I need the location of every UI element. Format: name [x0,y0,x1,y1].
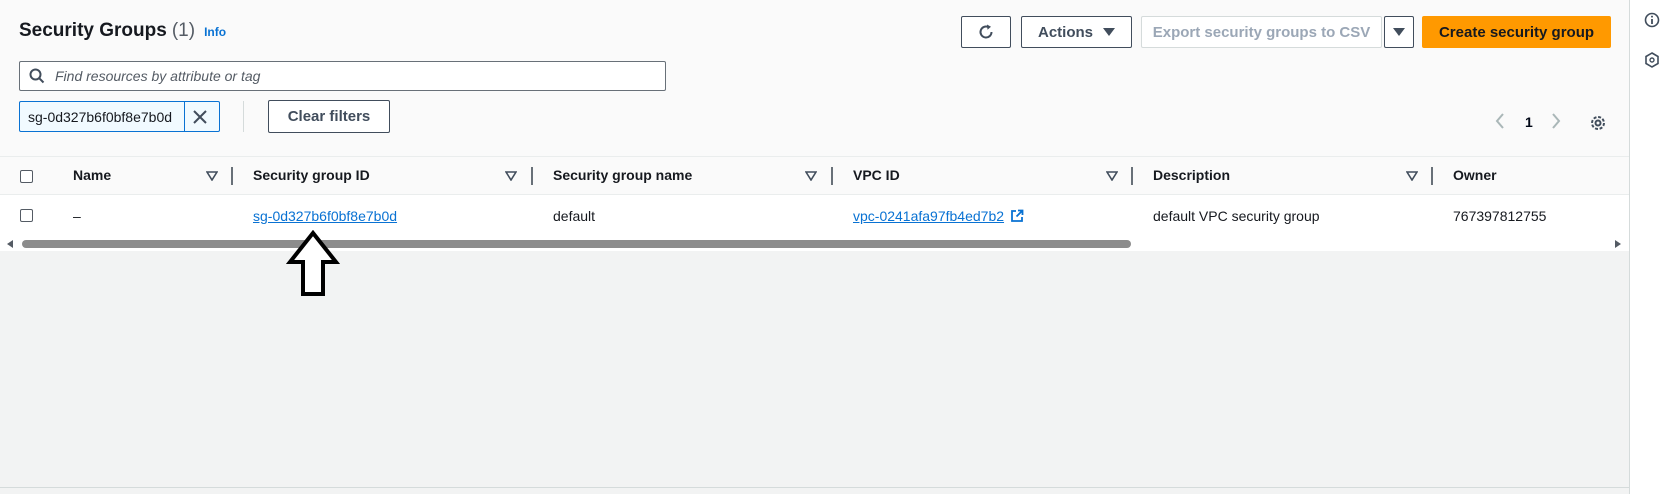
column-header-security-group-id[interactable]: Security group ID [253,157,370,196]
column-resizer[interactable] [831,167,833,185]
column-header-name[interactable]: Name [73,157,111,196]
column-resizer[interactable] [531,167,533,185]
gear-icon[interactable] [1589,114,1607,132]
hexagon-icon[interactable] [1644,52,1660,68]
column-header-owner[interactable]: Owner [1453,157,1497,196]
vpc-id-link[interactable]: vpc-0241afa97fb4ed7b2 [853,208,1004,224]
scrollbar-thumb[interactable] [22,240,1131,248]
refresh-icon [979,24,993,39]
caret-down-icon [1103,28,1115,36]
column-resizer[interactable] [1431,167,1433,185]
vpc-id-cell: vpc-0241afa97fb4ed7b2 [853,208,1024,224]
sort-icon[interactable] [1106,171,1118,181]
caret-down-icon [1393,28,1405,36]
info-circle-icon[interactable] [1644,12,1660,28]
cell-description: default VPC security group [1153,208,1320,224]
info-link[interactable]: Info [204,25,226,39]
sort-icon[interactable] [1406,171,1418,181]
content-panel: Security Groups (1) Info Actions Export … [0,0,1629,251]
external-link-icon[interactable] [1010,209,1024,223]
next-page-icon[interactable] [1550,112,1562,130]
column-resizer[interactable] [1131,167,1133,185]
filter-divider [243,101,244,132]
filter-token: sg-0d327b6f0bf8e7b0d [19,101,220,132]
sort-icon[interactable] [505,171,517,181]
create-label: Create security group [1438,23,1595,41]
export-label: Export security groups to CSV [1152,23,1371,41]
actions-button[interactable]: Actions [1021,16,1132,48]
column-header-vpc-id[interactable]: VPC ID [853,157,900,196]
page-header: Security Groups (1) Info [19,20,226,42]
select-all-checkbox[interactable] [20,170,33,183]
export-dropdown-button[interactable] [1384,16,1414,48]
bottom-divider [0,487,1629,488]
right-tools-rail [1629,0,1674,494]
previous-page-icon[interactable] [1494,112,1506,130]
create-security-group-button[interactable]: Create security group [1422,16,1611,48]
close-icon [193,109,207,124]
row-checkbox[interactable] [20,209,33,222]
export-csv-button[interactable]: Export security groups to CSV [1141,16,1382,48]
security-group-id-link[interactable]: sg-0d327b6f0bf8e7b0d [253,208,397,224]
remove-filter-button[interactable] [184,102,215,131]
table-header: Name Security group ID Security group na… [0,156,1629,195]
column-resizer[interactable] [231,167,233,185]
scroll-right-icon[interactable] [1615,240,1621,248]
main-content: Security Groups (1) Info Actions Export … [0,0,1629,494]
sort-icon[interactable] [805,171,817,181]
search-input[interactable] [53,67,657,85]
resource-count: (1) [171,20,196,41]
refresh-button[interactable] [961,16,1011,48]
filter-token-value: sg-0d327b6f0bf8e7b0d [28,108,173,125]
cell-security-group-name: default [553,208,596,224]
search-icon [29,68,45,84]
column-header-security-group-name[interactable]: Security group name [553,157,692,196]
cell-name: – [73,208,81,224]
actions-label: Actions [1037,23,1093,41]
current-page[interactable]: 1 [1525,114,1533,130]
sort-icon[interactable] [206,171,218,181]
clear-filters-label: Clear filters [287,108,371,125]
search-bar[interactable] [19,61,666,91]
horizontal-scrollbar[interactable] [0,237,1629,251]
clear-filters-button[interactable]: Clear filters [268,100,390,133]
page-title: Security Groups [19,20,167,41]
cell-owner: 767397812755 [1453,208,1547,224]
scroll-left-icon[interactable] [7,240,13,248]
column-header-description[interactable]: Description [1153,157,1230,196]
up-arrow-annotation-icon [286,230,340,296]
